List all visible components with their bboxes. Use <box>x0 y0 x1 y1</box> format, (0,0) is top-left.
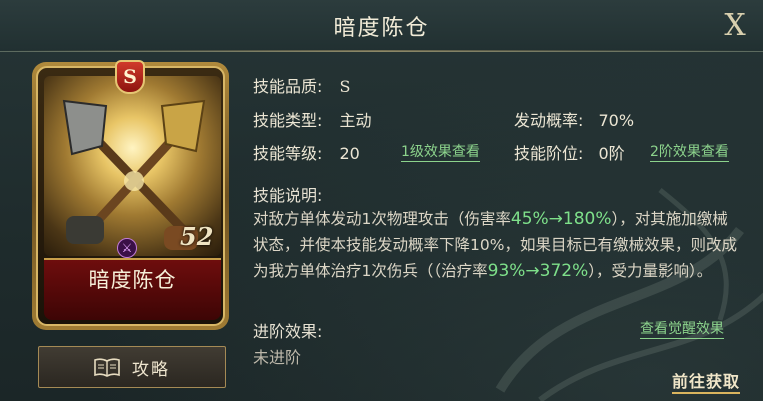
grade-badge: S <box>115 60 145 94</box>
background-swirl-decoration <box>495 188 763 401</box>
tier-row: 技能阶位: 0阶 <box>514 140 625 164</box>
level-effect-link[interactable]: 1级效果查看 <box>401 141 480 162</box>
skill-type-icon: ⚔ <box>117 238 137 258</box>
chance-value: 70% <box>598 111 635 130</box>
advance-value: 未进阶 <box>253 348 302 367</box>
quality-row: 技能品质: S <box>253 73 350 97</box>
type-value: 主动 <box>339 111 372 130</box>
acquire-link[interactable]: 前往获取 <box>672 368 741 394</box>
level-value: 20 <box>339 144 360 163</box>
skill-card-name: 暗度陈仓 <box>88 268 177 292</box>
awaken-effect-link[interactable]: 查看觉醒效果 <box>640 318 724 339</box>
guide-button[interactable]: 攻略 <box>38 346 226 388</box>
description-text-1: 对敌方单体发动1次物理攻击（伤害率 <box>253 210 511 228</box>
tier-effect-link[interactable]: 2阶效果查看 <box>650 141 729 162</box>
skill-card-frame: 暗度陈仓 <box>36 66 225 326</box>
skill-card: 暗度陈仓 <box>32 62 229 330</box>
chance-row: 发动概率: 70% <box>514 107 634 131</box>
type-label: 技能类型: <box>253 111 323 130</box>
book-icon <box>94 358 120 377</box>
chance-label: 发动概率: <box>514 111 584 130</box>
damage-rate-highlight: 45%→180% <box>510 209 612 229</box>
advance-label: 进阶效果: <box>253 322 323 341</box>
page-title: 暗度陈仓 <box>333 16 430 41</box>
quality-value: S <box>339 77 351 96</box>
guide-button-label: 攻略 <box>132 359 170 380</box>
skill-level-mark: 52 <box>180 222 214 251</box>
close-button[interactable]: X <box>716 8 754 44</box>
tier-value: 0阶 <box>598 144 625 163</box>
description-text-3: ），受力量影响）。 <box>588 262 713 280</box>
type-row: 技能类型: 主动 <box>253 107 372 131</box>
skill-description: 对敌方单体发动1次物理攻击（伤害率45%→180%），对其施加缴械状态，并使本技… <box>253 206 743 284</box>
level-row: 技能等级: 20 <box>253 140 360 164</box>
tier-label: 技能阶位: <box>514 144 584 163</box>
quality-label: 技能品质: <box>253 77 323 96</box>
header-divider <box>0 50 763 52</box>
heal-rate-highlight: 93%→372% <box>487 261 589 281</box>
level-label: 技能等级: <box>253 144 323 163</box>
description-label: 技能说明: <box>253 186 323 205</box>
skill-detail-panel: 暗度陈仓 X 暗度陈仓 S 52 ⚔ 攻略 技能品质: S 技能类型: 主动 发… <box>0 0 763 401</box>
